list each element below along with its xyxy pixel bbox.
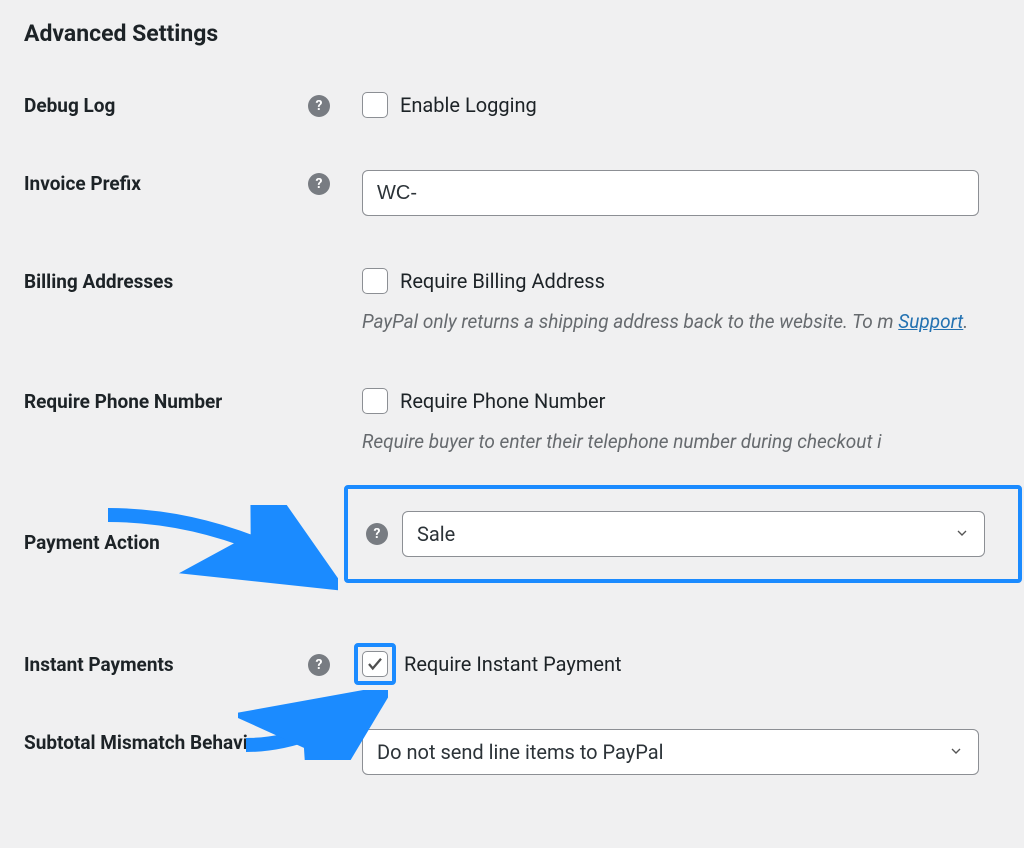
label-billing-addresses: Billing Addresses — [24, 270, 173, 293]
select-subtotal-mismatch[interactable]: Do not send line items to PayPal — [362, 729, 979, 775]
highlight-instant-payment — [354, 643, 396, 685]
checkbox-label: Require Billing Address — [400, 269, 605, 293]
input-invoice-prefix[interactable] — [362, 170, 979, 216]
section-heading: Advanced Settings — [24, 20, 1004, 47]
label-debug-log: Debug Log — [24, 94, 115, 117]
label-payment-action: Payment Action — [24, 531, 160, 554]
label-subtotal-mismatch: Subtotal Mismatch Behavior — [24, 731, 265, 754]
help-icon[interactable]: ? — [308, 654, 330, 676]
checkbox-require-instant-payment[interactable] — [362, 651, 388, 677]
checkbox-enable-logging[interactable] — [362, 92, 388, 118]
label-instant-payments: Instant Payments — [24, 653, 174, 676]
select-value: Do not send line items to PayPal — [377, 740, 664, 764]
checkbox-label: Require Instant Payment — [404, 652, 622, 676]
link-support[interactable]: Support — [898, 310, 963, 333]
row-debug-log: Debug Log ? Enable Logging — [24, 92, 1004, 118]
label-invoice-prefix: Invoice Prefix — [24, 172, 141, 195]
checkbox-require-phone[interactable] — [362, 388, 388, 414]
select-payment-action[interactable]: Sale — [402, 511, 985, 557]
checkbox-require-billing-address[interactable] — [362, 268, 388, 294]
label-require-phone: Require Phone Number — [24, 390, 222, 413]
row-instant-payments: Instant Payments ? Require Instant Payme… — [24, 651, 1004, 677]
highlight-payment-action: ? Sale — [344, 485, 1022, 583]
help-icon[interactable]: ? — [308, 173, 330, 195]
chevron-down-icon — [954, 522, 970, 546]
help-icon[interactable]: ? — [308, 95, 330, 117]
row-payment-action: Payment Action ? ? Sale — [24, 507, 1004, 617]
checkbox-label: Enable Logging — [400, 93, 537, 117]
row-invoice-prefix: Invoice Prefix ? — [24, 170, 1004, 216]
row-require-phone: Require Phone Number ? Require Phone Num… — [24, 388, 1004, 456]
description-require-phone: Require buyer to enter their telephone n… — [362, 428, 1004, 456]
select-value: Sale — [417, 522, 455, 546]
row-subtotal-mismatch: Subtotal Mismatch Behavior ? Do not send… — [24, 729, 1004, 775]
help-icon[interactable]: ? — [366, 523, 388, 545]
help-icon[interactable]: ? — [308, 732, 330, 754]
checkbox-label: Require Phone Number — [400, 389, 605, 413]
row-billing-addresses: Billing Addresses ? Require Billing Addr… — [24, 268, 1004, 336]
chevron-down-icon — [948, 740, 964, 764]
description-billing-addresses: PayPal only returns a shipping address b… — [362, 308, 1004, 336]
